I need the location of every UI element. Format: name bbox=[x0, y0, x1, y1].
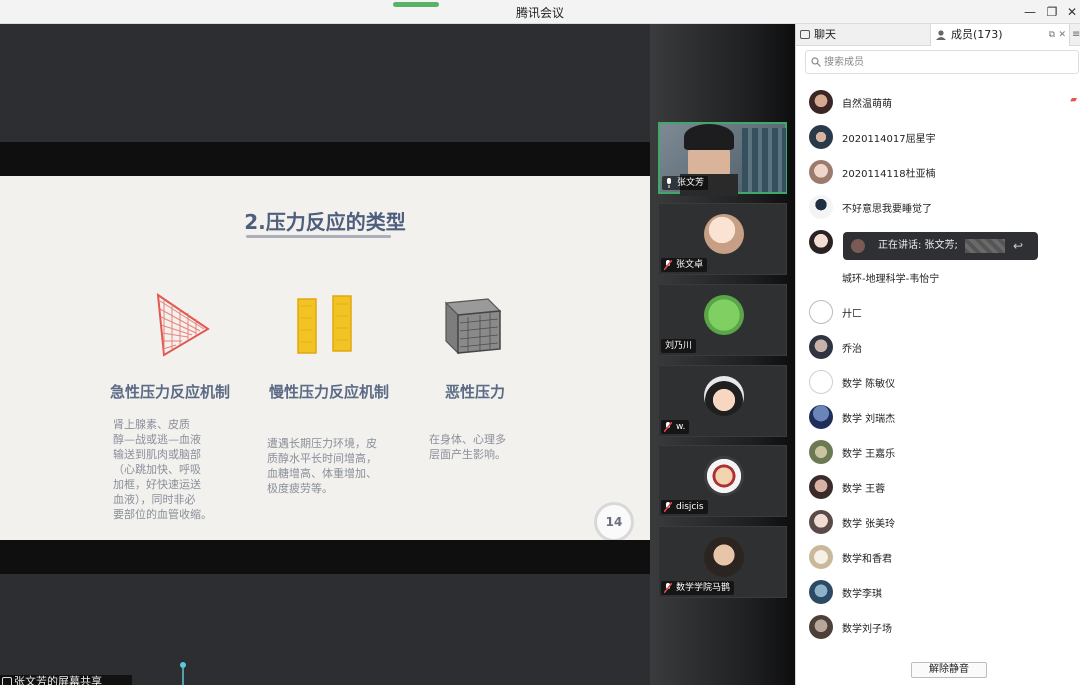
slide-page-number: 14 bbox=[594, 502, 634, 542]
members-panel: 聊天 成员(173) ⧉ ✕ ≡ 自然温萌萌 ▰ 2020114017屈星宇 bbox=[795, 24, 1080, 685]
speaker-avatars-blur bbox=[965, 239, 1005, 253]
bookshelf bbox=[742, 128, 786, 192]
member-row[interactable]: 数学 王嘉乐 bbox=[796, 435, 1080, 470]
video-nametag: 张文芳 bbox=[662, 176, 709, 190]
speaker-avatar bbox=[851, 239, 865, 253]
member-row[interactable]: 数学 刘瑞杰 bbox=[796, 400, 1080, 435]
column-heading-distress: 恶性压力 bbox=[444, 383, 505, 401]
mic-icon bbox=[667, 178, 671, 188]
speaking-banner: 正在讲话: 张文芳; ↩ bbox=[843, 232, 1038, 260]
member-avatar bbox=[809, 300, 833, 324]
column-body-acute: 肾上腺素、皮质 醇—战或逃—血液 输送到肌肉或脑部 （心跳加快、呼吸 加框，好快速运送血… bbox=[113, 418, 212, 521]
member-avatar bbox=[809, 160, 833, 184]
participant-avatar bbox=[704, 214, 744, 254]
panel-tabs: 聊天 成员(173) ⧉ ✕ ≡ bbox=[796, 24, 1080, 46]
member-avatar bbox=[809, 125, 833, 149]
video-nametag: 张文卓 bbox=[661, 258, 708, 272]
video-nametag: disjcis bbox=[661, 500, 708, 514]
video-tile[interactable]: 数学学院马鹊 bbox=[658, 526, 787, 598]
video-tile[interactable]: 刘乃川 bbox=[658, 284, 787, 356]
column-body-distress: 在身体、心理多 层面产生影响。 bbox=[429, 433, 506, 461]
pointer-cursor-icon bbox=[180, 662, 186, 685]
member-avatar bbox=[809, 370, 833, 394]
title-underline bbox=[246, 235, 391, 238]
chat-icon bbox=[800, 30, 810, 39]
pause-bars-shape-icon bbox=[297, 295, 352, 354]
member-row[interactable]: 数学和香君 bbox=[796, 540, 1080, 575]
member-avatar bbox=[809, 90, 833, 114]
screen-share-label: 张文芳的屏幕共享 bbox=[0, 675, 132, 685]
mic-muted-icon: ▰ bbox=[1070, 95, 1077, 105]
mic-muted-icon bbox=[664, 260, 672, 270]
video-nametag: 刘乃川 bbox=[661, 339, 697, 353]
participant-avatar bbox=[704, 295, 744, 335]
video-gallery: 张文芳 张文卓 刘乃川 w. disjcis 数学学院马鹊 bbox=[650, 24, 795, 685]
mic-muted-icon bbox=[664, 422, 672, 432]
participant-avatar bbox=[704, 376, 744, 416]
member-avatar bbox=[809, 195, 833, 219]
title-bar: 腾讯会议 — ❐ ✕ bbox=[0, 0, 1080, 24]
cube-shape-icon bbox=[444, 298, 502, 355]
member-avatar bbox=[809, 335, 833, 359]
letterbox-bottom bbox=[0, 540, 650, 574]
participant-avatar bbox=[704, 456, 744, 496]
reply-icon[interactable]: ↩ bbox=[1013, 232, 1023, 260]
restore-icon[interactable]: ❐ bbox=[1043, 3, 1061, 21]
member-row[interactable]: 数学李琪 bbox=[796, 575, 1080, 610]
close-panel-icon[interactable]: ✕ bbox=[1058, 24, 1066, 46]
slide-title: 2.压力反应的类型 bbox=[244, 210, 406, 234]
member-avatar bbox=[809, 510, 833, 534]
member-search[interactable] bbox=[805, 50, 1079, 74]
mic-muted-icon bbox=[664, 502, 672, 512]
tab-members[interactable]: 成员(173) ⧉ ✕ bbox=[930, 24, 1070, 46]
member-row[interactable]: 2020114118杜亚楠 bbox=[796, 155, 1080, 190]
column-heading-acute: 急性压力反应机制 bbox=[109, 383, 230, 401]
member-row[interactable]: 不好意思我要睡觉了 bbox=[796, 190, 1080, 225]
member-row[interactable]: 廾匚 bbox=[796, 295, 1080, 330]
shared-screen[interactable]: 2.压力反应的类型 急性压力反应机制 慢性压力反应机制 恶性压力 肾上腺素、皮质… bbox=[0, 24, 650, 685]
member-avatar bbox=[809, 405, 833, 429]
participant-avatar bbox=[704, 537, 744, 577]
member-avatar bbox=[809, 615, 833, 639]
triangle-shape-icon bbox=[156, 292, 210, 357]
member-row[interactable]: 数学 陈敏仪 bbox=[796, 365, 1080, 400]
window-title: 腾讯会议 bbox=[515, 6, 564, 20]
member-avatar bbox=[809, 545, 833, 569]
tab-chat[interactable]: 聊天 bbox=[796, 24, 930, 46]
minimize-icon[interactable]: — bbox=[1021, 3, 1039, 21]
member-avatar bbox=[809, 475, 833, 499]
mic-muted-icon bbox=[664, 583, 672, 593]
video-tile[interactable]: disjcis bbox=[658, 445, 787, 517]
column-heading-chronic: 慢性压力反应机制 bbox=[268, 383, 389, 401]
member-row[interactable]: 自然温萌萌 ▰ bbox=[796, 85, 1080, 120]
screen-share-icon bbox=[2, 677, 12, 685]
speaker-hair bbox=[684, 124, 734, 150]
video-nametag: w. bbox=[661, 420, 690, 434]
menu-icon[interactable]: ≡ bbox=[1072, 24, 1080, 46]
video-tile[interactable]: w. bbox=[658, 365, 787, 437]
member-avatar bbox=[809, 230, 833, 254]
member-avatar bbox=[809, 580, 833, 604]
video-tile-active[interactable]: 张文芳 bbox=[658, 122, 787, 196]
member-row[interactable]: 数学刘子场 bbox=[796, 610, 1080, 645]
member-row[interactable]: 乔治 bbox=[796, 330, 1080, 365]
member-row[interactable]: 城环-地理科学-韦怡宁 bbox=[796, 260, 1080, 295]
member-row[interactable]: 2020114017屈星宇 bbox=[796, 120, 1080, 155]
column-body-chronic: 遭遇长期压力环境，皮 质醇水平长时间增高， 血糖增高、体重增加、 极度疲劳等。 bbox=[267, 437, 377, 495]
popout-icon[interactable]: ⧉ bbox=[1049, 24, 1055, 46]
video-nametag: 数学学院马鹊 bbox=[661, 581, 735, 595]
close-icon[interactable]: ✕ bbox=[1063, 3, 1080, 21]
video-tile[interactable]: 张文卓 bbox=[658, 203, 787, 275]
member-row[interactable]: 数学 王蓉 bbox=[796, 470, 1080, 505]
unmute-button[interactable]: 解除静音 bbox=[911, 662, 987, 678]
person-icon bbox=[936, 30, 946, 40]
letterbox-top bbox=[0, 142, 650, 176]
member-row[interactable]: 数学 张美玲 bbox=[796, 505, 1080, 540]
meeting-window: 腾讯会议 — ❐ ✕ 2.压力反应的类型 急性压力反应机制 慢性压力反应机制 恶… bbox=[0, 0, 1080, 685]
member-avatar bbox=[809, 440, 833, 464]
search-icon bbox=[811, 57, 821, 67]
search-input[interactable] bbox=[824, 54, 1064, 70]
presentation-slide: 2.压力反应的类型 急性压力反应机制 慢性压力反应机制 恶性压力 肾上腺素、皮质… bbox=[0, 176, 650, 542]
